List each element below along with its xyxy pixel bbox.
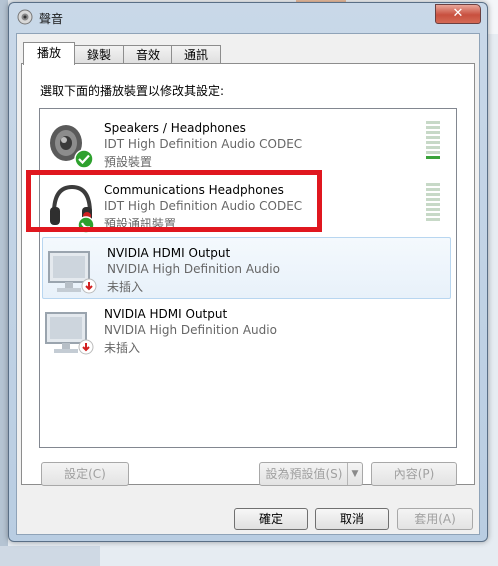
device-status: 預設裝置 bbox=[104, 155, 153, 169]
monitor-icon bbox=[48, 251, 97, 294]
close-icon: ✕ bbox=[452, 6, 464, 21]
configure-button[interactable]: 設定(C) bbox=[41, 462, 129, 486]
tab-recording[interactable]: 錄製 bbox=[73, 45, 125, 64]
set-default-button[interactable]: 設為預設值(S) ▼ bbox=[259, 462, 363, 486]
device-description: IDT High Definition Audio CODEC bbox=[104, 137, 303, 151]
device-name: NVIDIA HDMI Output bbox=[107, 246, 231, 260]
device-speakers-headphones[interactable]: Speakers / Headphones IDT High Definitio… bbox=[40, 113, 450, 173]
volume-level-meter bbox=[426, 183, 440, 223]
device-description: NVIDIA High Definition Audio bbox=[104, 323, 277, 337]
tab-sounds[interactable]: 音效 bbox=[123, 45, 173, 64]
set-default-label: 設為預設值(S) bbox=[265, 467, 343, 481]
close-button[interactable]: ✕ bbox=[435, 4, 481, 24]
apply-button[interactable]: 套用(A) bbox=[397, 508, 473, 530]
instruction-text: 選取下面的播放裝置以修改其設定: bbox=[40, 84, 225, 98]
dialog-client-area: 播放 錄製 音效 通訊 選取下面的播放裝置以修改其設定: Speakers / … bbox=[16, 33, 480, 535]
default-check-icon bbox=[74, 149, 94, 169]
properties-button[interactable]: 內容(P) bbox=[371, 462, 457, 486]
sound-dialog-icon bbox=[17, 9, 33, 25]
chevron-down-icon[interactable]: ▼ bbox=[347, 463, 362, 485]
device-description: NVIDIA High Definition Audio bbox=[107, 262, 280, 276]
tab-communications-label: 通訊 bbox=[183, 48, 208, 62]
device-list[interactable]: Speakers / Headphones IDT High Definitio… bbox=[39, 108, 457, 448]
ok-button[interactable]: 確定 bbox=[234, 508, 308, 530]
monitor-icon bbox=[45, 312, 94, 355]
device-nvidia-hdmi-output-1[interactable]: NVIDIA HDMI Output NVIDIA High Definitio… bbox=[42, 237, 451, 299]
speaker-icon bbox=[50, 125, 94, 169]
unplugged-icon bbox=[81, 278, 97, 294]
device-status: 未插入 bbox=[107, 280, 144, 294]
background-app-footer bbox=[0, 546, 100, 566]
background-app-left-edge bbox=[0, 0, 8, 566]
tab-sounds-label: 音效 bbox=[135, 48, 160, 62]
tab-recording-label: 錄製 bbox=[86, 48, 111, 62]
unplugged-icon bbox=[78, 339, 94, 355]
device-nvidia-hdmi-output-2[interactable]: NVIDIA HDMI Output NVIDIA High Definitio… bbox=[40, 299, 450, 359]
volume-level-meter bbox=[426, 121, 440, 161]
device-status: 未插入 bbox=[104, 341, 141, 355]
sound-dialog: 聲音 ✕ 播放 錄製 音效 通訊 選取下面的播放裝置以修改其設定: Speake… bbox=[8, 2, 488, 542]
tab-playback[interactable]: 播放 bbox=[23, 42, 75, 65]
device-name: NVIDIA HDMI Output bbox=[104, 307, 228, 321]
title-bar[interactable]: 聲音 ✕ bbox=[9, 3, 487, 31]
tab-communications[interactable]: 通訊 bbox=[171, 45, 221, 64]
window-title: 聲音 bbox=[39, 12, 64, 26]
tab-playback-label: 播放 bbox=[36, 46, 61, 60]
red-highlight-box bbox=[26, 170, 322, 232]
playback-panel: 選取下面的播放裝置以修改其設定: Speakers / Headphones I… bbox=[21, 63, 475, 486]
cancel-button[interactable]: 取消 bbox=[315, 508, 389, 530]
device-name: Speakers / Headphones bbox=[104, 121, 246, 135]
